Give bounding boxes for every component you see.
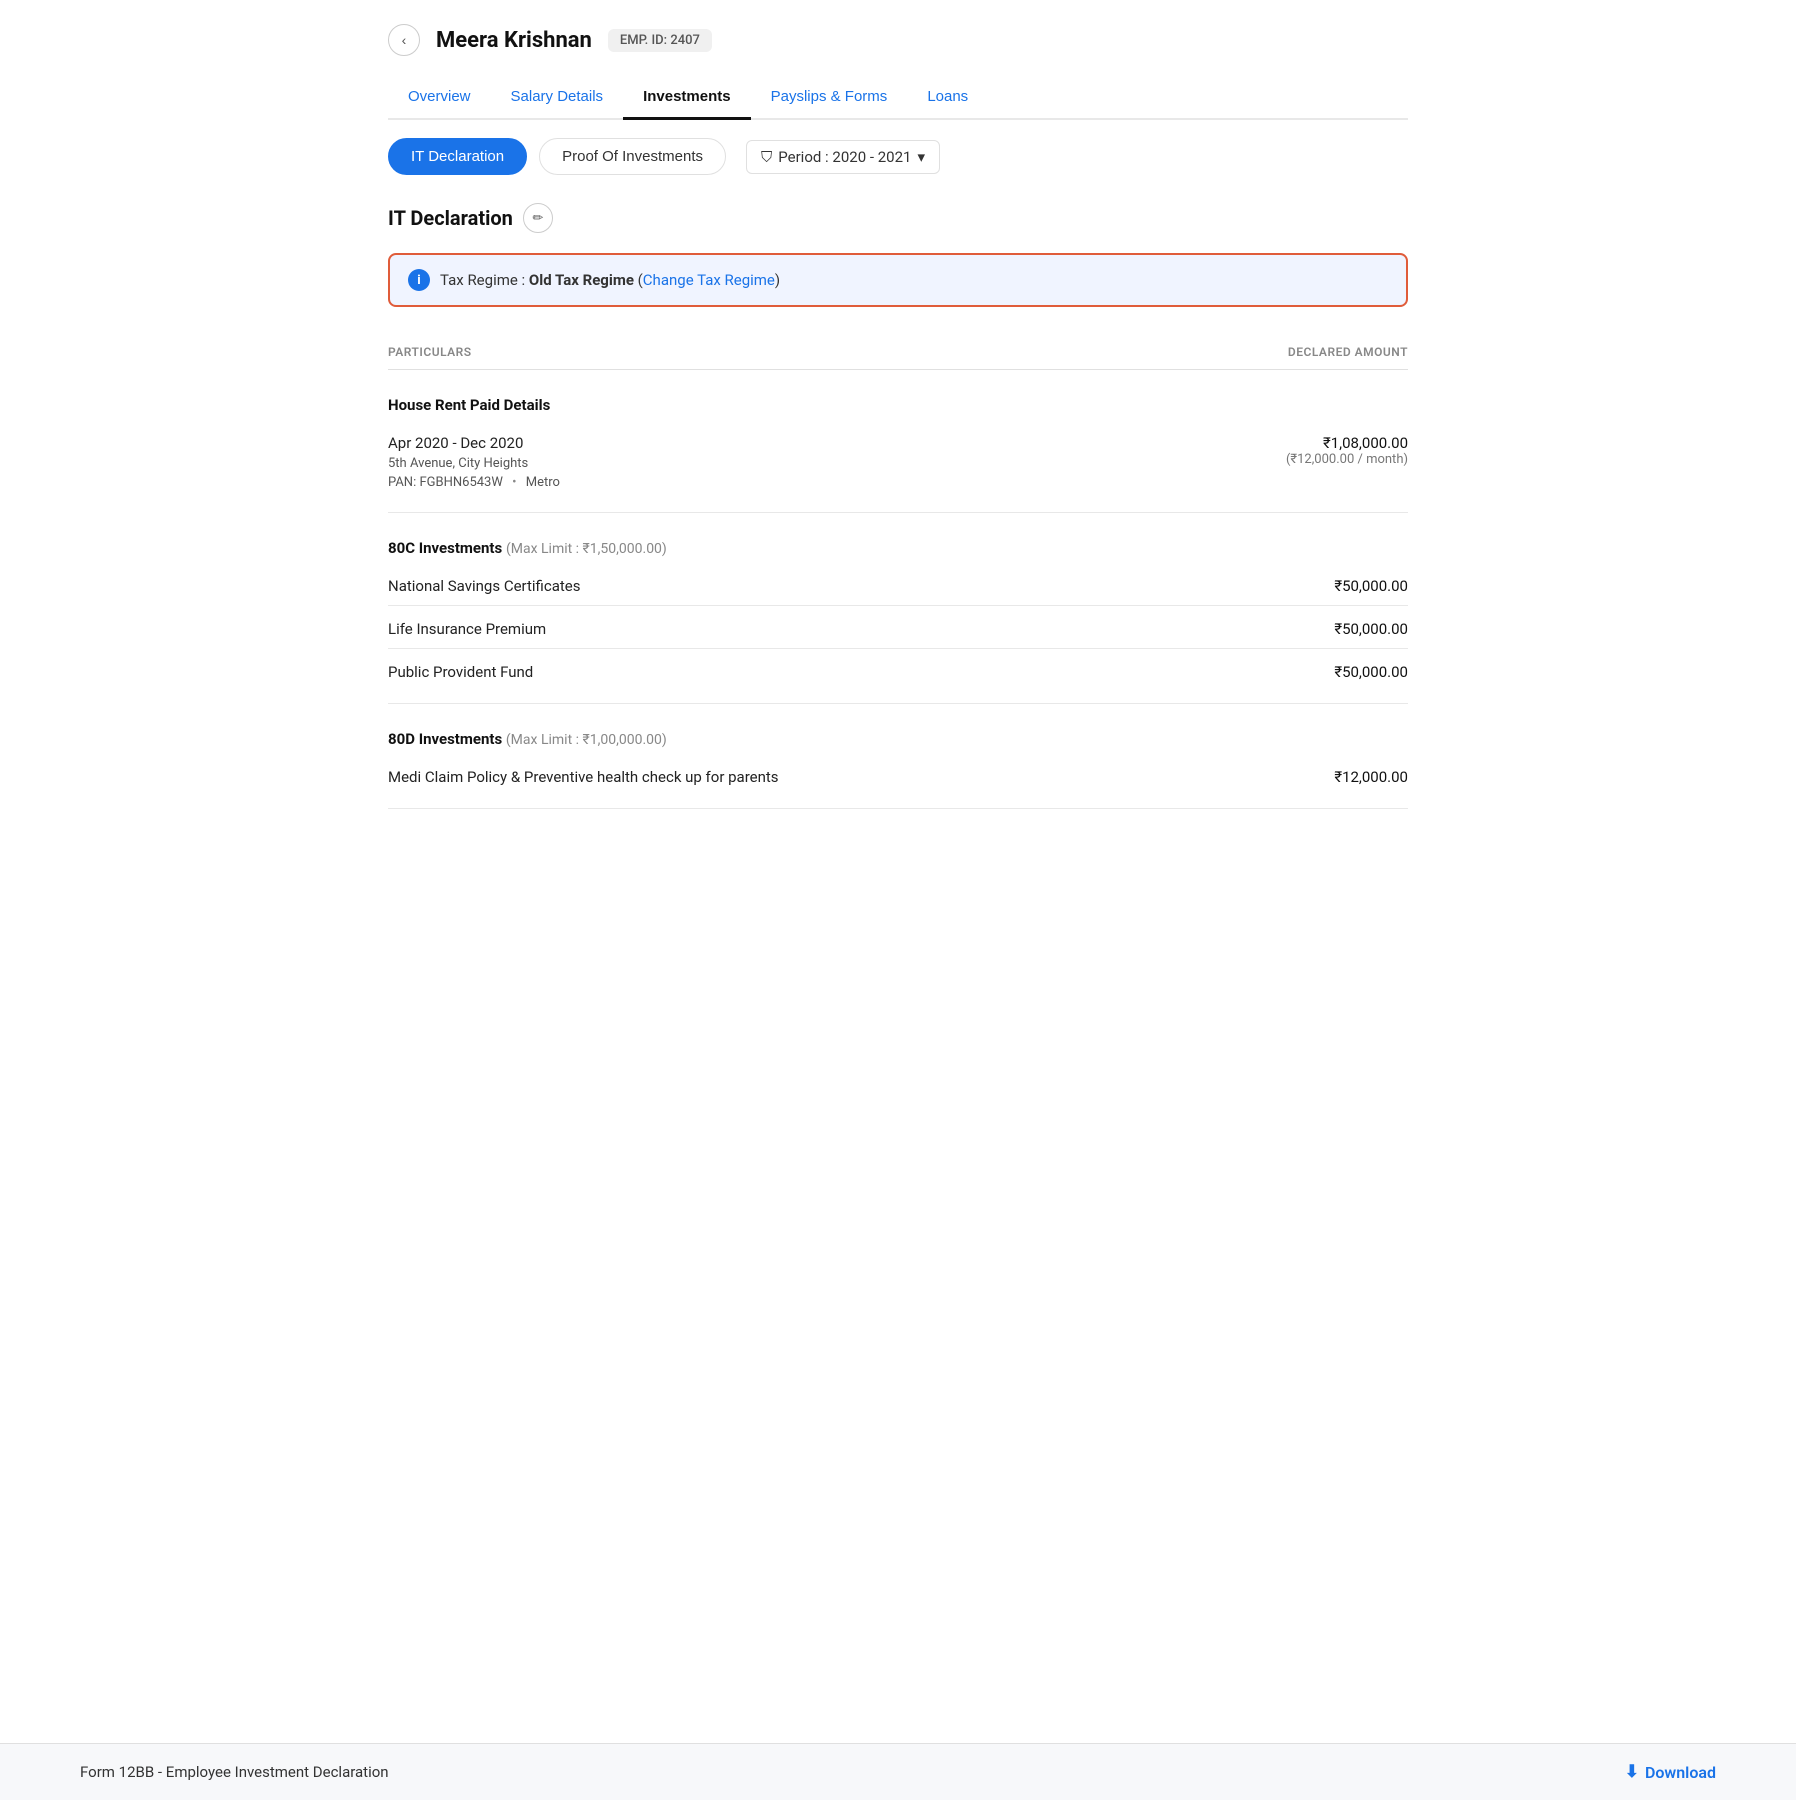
tax-regime-text: Tax Regime : Old Tax Regime (Change Tax …: [440, 271, 780, 289]
regime-name: Old Tax Regime: [529, 271, 634, 289]
investment-item: Apr 2020 - Dec 2020 5th Avenue, City Hei…: [388, 424, 1408, 496]
item-label-medi: Medi Claim Policy & Preventive health ch…: [388, 768, 779, 786]
section-title: IT Declaration: [388, 206, 513, 230]
item-amount-sub: (₹12,000.00 / month): [1286, 452, 1408, 467]
investment-item-ppf: Public Provident Fund ₹50,000.00: [388, 653, 1408, 687]
item-label-ppf: Public Provident Fund: [388, 663, 533, 681]
sub-tab-proof-of-investments[interactable]: Proof Of Investments: [539, 138, 726, 175]
info-icon: i: [408, 269, 430, 291]
back-icon: ‹: [402, 32, 407, 48]
item-amount-medi: ₹12,000.00: [1334, 768, 1408, 786]
download-label: Download: [1645, 1763, 1716, 1782]
change-regime-link[interactable]: Change Tax Regime: [643, 271, 775, 289]
tab-investments[interactable]: Investments: [623, 76, 751, 120]
item-amount-lip: ₹50,000.00: [1334, 620, 1408, 638]
divider: [388, 605, 1408, 606]
period-label: Period : 2020 - 2021: [778, 148, 911, 166]
tab-loans[interactable]: Loans: [907, 76, 988, 120]
emp-id-badge: EMP. ID: 2407: [608, 29, 712, 52]
employee-name: Meera Krishnan: [436, 28, 592, 53]
category-80c: 80C Investments (Max Limit : ₹1,50,000.0…: [388, 521, 1408, 704]
item-amount-nsc: ₹50,000.00: [1334, 577, 1408, 595]
download-button[interactable]: ⬇ Download: [1625, 1762, 1716, 1782]
download-icon: ⬇: [1625, 1762, 1639, 1782]
tab-overview[interactable]: Overview: [388, 76, 491, 120]
category-title-row: House Rent Paid Details: [388, 378, 1408, 424]
content-section: IT Declaration ✏ i Tax Regime : Old Tax …: [388, 203, 1408, 809]
category-80c-title: 80C Investments (Max Limit : ₹1,50,000.0…: [388, 539, 667, 557]
table-header: PARTICULARS DECLARED AMOUNT: [388, 335, 1408, 370]
section-title-row: IT Declaration ✏: [388, 203, 1408, 233]
header: ‹ Meera Krishnan EMP. ID: 2407: [388, 24, 1408, 56]
tab-payslips[interactable]: Payslips & Forms: [751, 76, 908, 120]
footer-form-label: Form 12BB - Employee Investment Declarat…: [80, 1763, 389, 1781]
item-amount-ppf: ₹50,000.00: [1334, 663, 1408, 681]
edit-icon: ✏: [532, 210, 543, 226]
col-particulars: PARTICULARS: [388, 345, 472, 359]
item-details: Apr 2020 - Dec 2020 5th Avenue, City Hei…: [388, 434, 560, 490]
category-80d-limit: (Max Limit : ₹1,00,000.00): [506, 732, 667, 748]
tax-regime-banner: i Tax Regime : Old Tax Regime (Change Ta…: [388, 253, 1408, 307]
investment-item-nsc: National Savings Certificates ₹50,000.00: [388, 567, 1408, 601]
category-80d-title: 80D Investments (Max Limit : ₹1,00,000.0…: [388, 730, 667, 748]
category-title: House Rent Paid Details: [388, 396, 550, 414]
category-house-rent: House Rent Paid Details Apr 2020 - Dec 2…: [388, 378, 1408, 513]
category-80d: 80D Investments (Max Limit : ₹1,00,000.0…: [388, 712, 1408, 809]
investment-item-medi: Medi Claim Policy & Preventive health ch…: [388, 758, 1408, 792]
dot-separator: •: [512, 475, 516, 490]
main-tabs: Overview Salary Details Investments Pays…: [388, 76, 1408, 120]
investment-item-lip: Life Insurance Premium ₹50,000.00: [388, 610, 1408, 644]
divider: [388, 648, 1408, 649]
item-label: Apr 2020 - Dec 2020: [388, 434, 560, 452]
edit-button[interactable]: ✏: [523, 203, 553, 233]
tab-salary-details[interactable]: Salary Details: [491, 76, 624, 120]
category-80c-limit: (Max Limit : ₹1,50,000.00): [506, 541, 667, 557]
item-label-lip: Life Insurance Premium: [388, 620, 546, 638]
dropdown-icon: ▾: [917, 148, 925, 166]
sub-tab-it-declaration[interactable]: IT Declaration: [388, 138, 527, 175]
footer-bar: Form 12BB - Employee Investment Declarat…: [0, 1743, 1796, 1800]
item-label-nsc: National Savings Certificates: [388, 577, 580, 595]
sub-tabs-row: IT Declaration Proof Of Investments ⛉ Pe…: [388, 120, 1408, 185]
item-pan: PAN: FGBHN6543W • Metro: [388, 475, 560, 490]
category-80d-title-row: 80D Investments (Max Limit : ₹1,00,000.0…: [388, 712, 1408, 758]
back-button[interactable]: ‹: [388, 24, 420, 56]
period-filter[interactable]: ⛉ Period : 2020 - 2021 ▾: [746, 140, 940, 174]
col-amount: DECLARED AMOUNT: [1288, 345, 1408, 359]
filter-icon: ⛉: [761, 148, 772, 166]
item-amount: ₹1,08,000.00 (₹12,000.00 / month): [1286, 434, 1408, 467]
item-sub-address: 5th Avenue, City Heights: [388, 456, 560, 471]
category-80c-title-row: 80C Investments (Max Limit : ₹1,50,000.0…: [388, 521, 1408, 567]
